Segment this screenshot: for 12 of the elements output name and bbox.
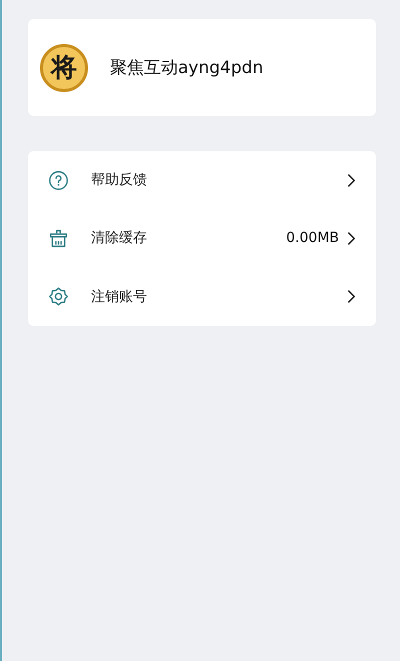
menu-item-label[interactable]: 注销账号 [91,288,347,306]
avatar: 将 [40,44,88,92]
chevron-right-icon[interactable] [347,230,356,246]
user-name: 聚焦互动ayng4pdn [110,57,264,79]
basket-icon [48,228,69,249]
cache-size: 0.00MB [286,230,339,246]
chevron-right-icon[interactable] [347,289,356,304]
menu-item-label[interactable]: 清除缓存 [91,229,286,248]
menu-item-label[interactable]: 帮助反馈 [91,171,347,190]
settings-icon [48,286,69,308]
chevron-right-icon[interactable] [347,172,356,188]
help-icon [48,170,69,191]
